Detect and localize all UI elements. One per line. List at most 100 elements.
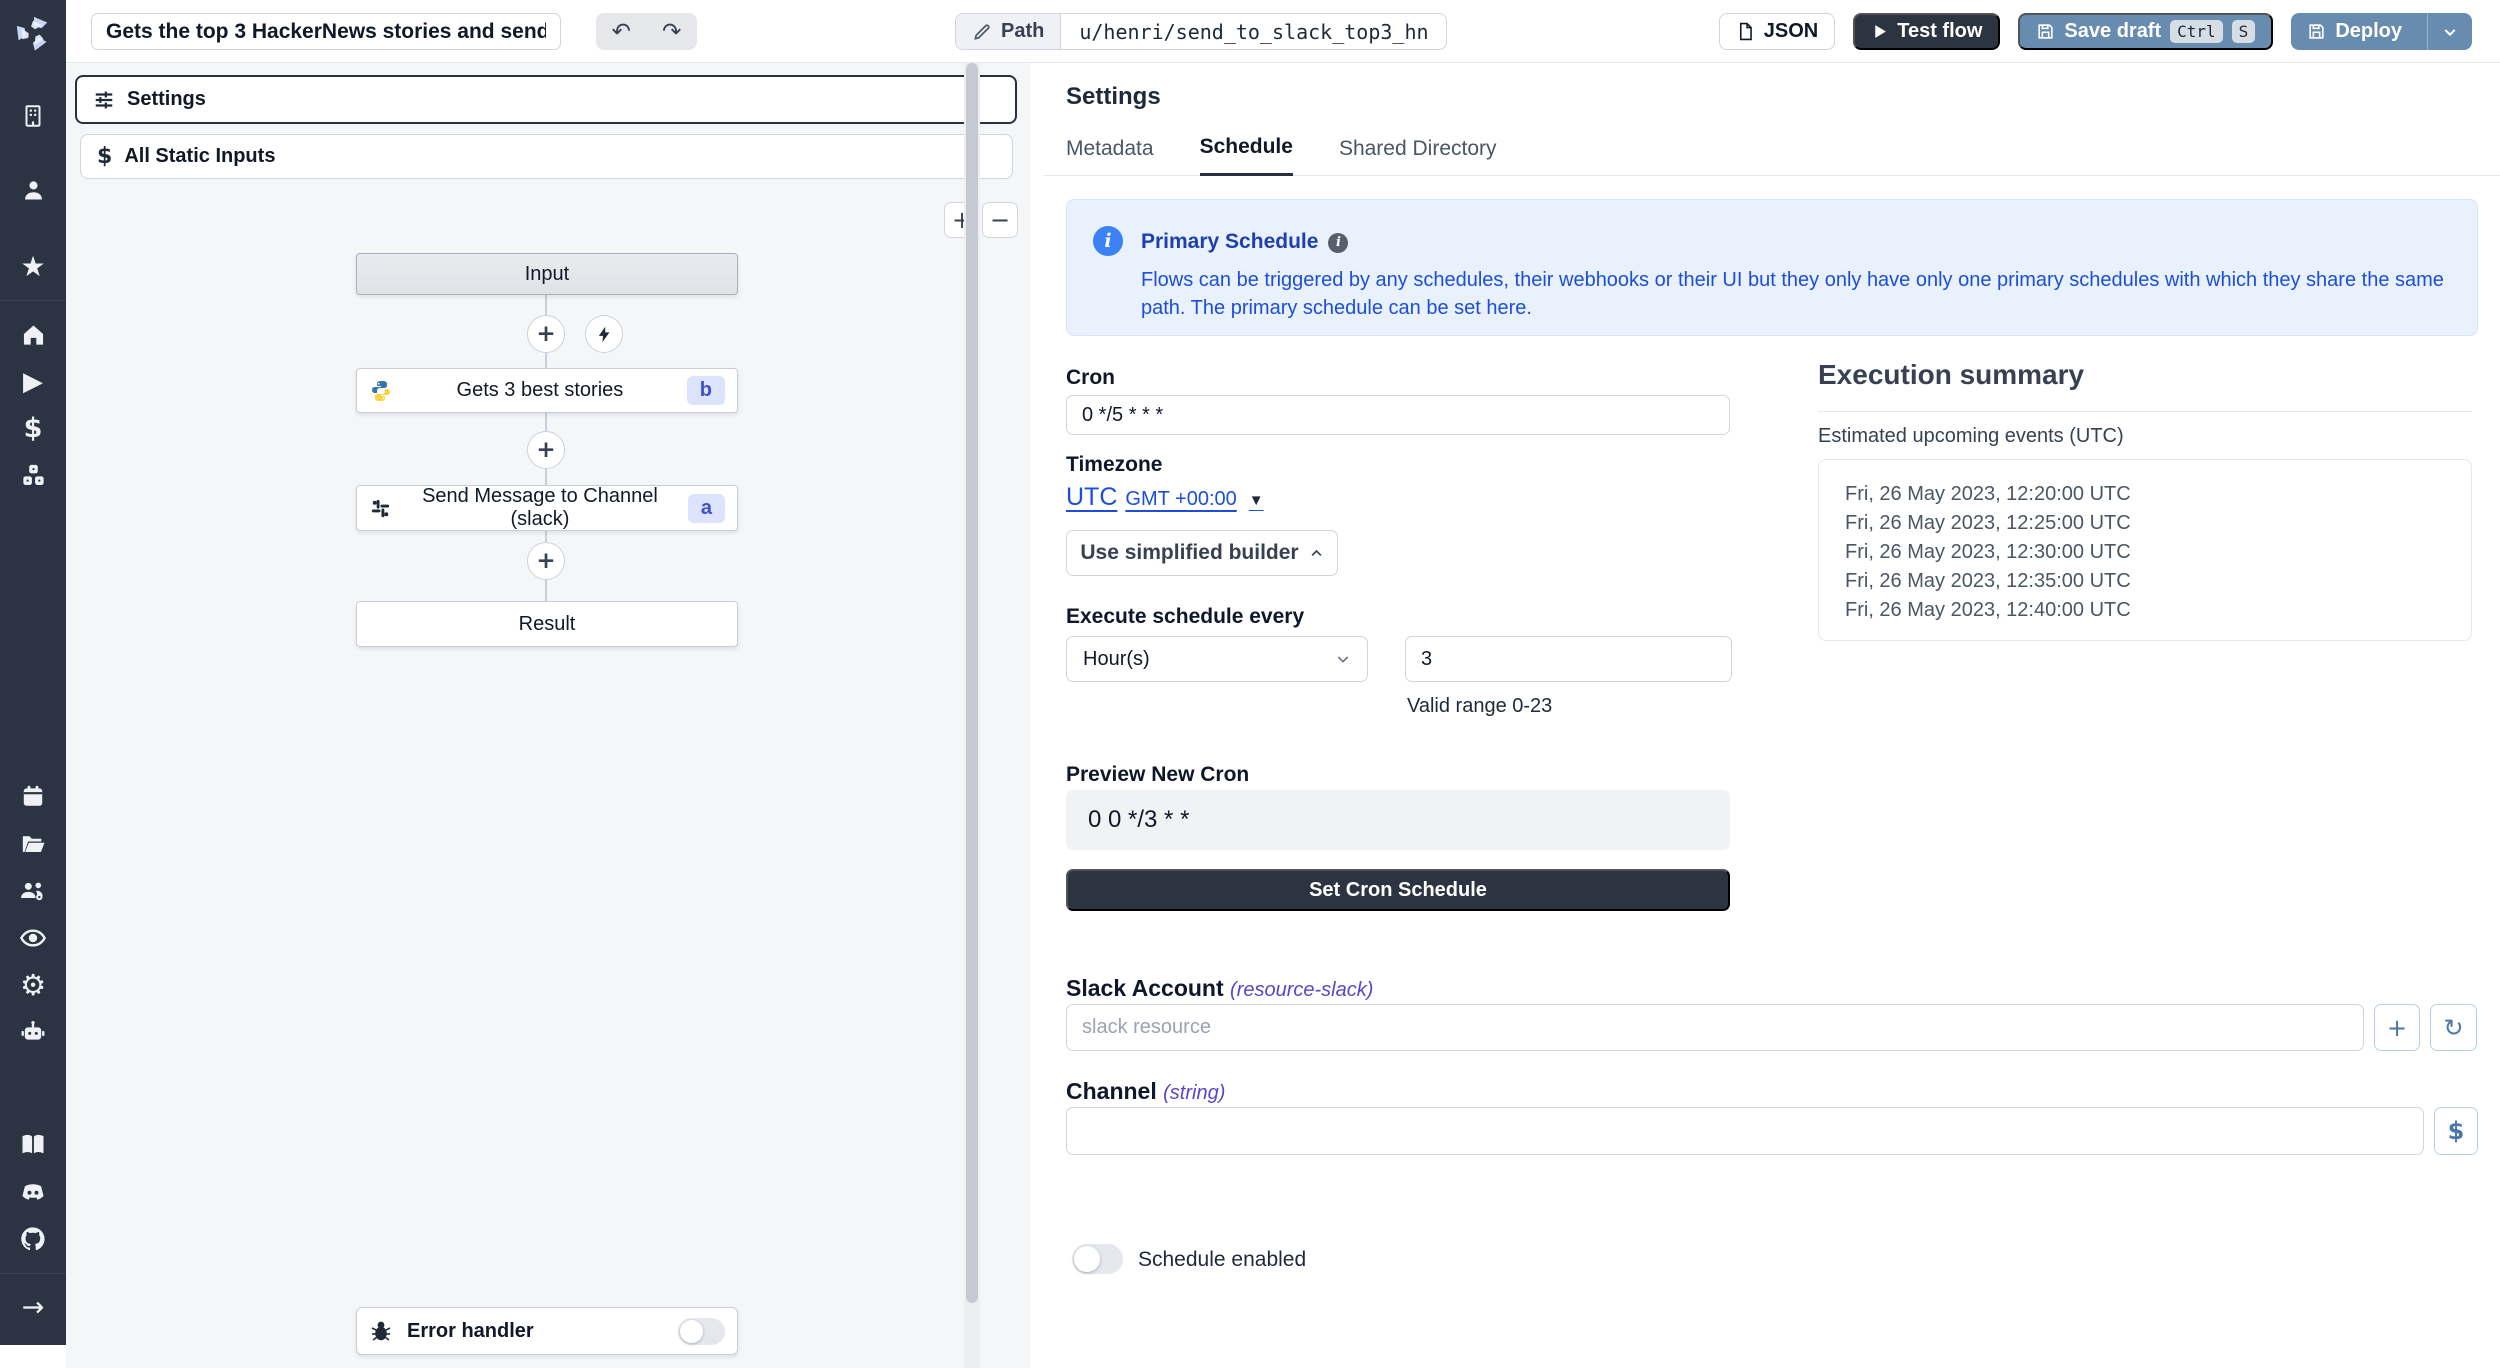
trigger-bolt-button[interactable] [585,315,623,353]
deploy-options-button[interactable] [2427,13,2472,50]
docs-book-icon[interactable] [0,1121,66,1168]
chevron-down-icon [1335,651,1351,667]
rail-divider [0,1273,66,1274]
path-label-text: Path [1001,20,1044,43]
python-icon [369,379,393,403]
resources-cubes-icon[interactable] [0,452,66,499]
flow-node-input[interactable]: Input [356,253,738,295]
channel-input[interactable] [1066,1107,2424,1155]
scrollbar-thumb[interactable] [966,63,978,1303]
zoom-out-button[interactable]: − [982,202,1018,238]
error-handler-box[interactable]: Error handler [356,1307,738,1355]
schedules-calendar-icon[interactable] [0,773,66,820]
panel-scrollbar[interactable] [964,63,980,1368]
event-timestamp: Fri, 26 May 2023, 12:25:00 UTC [1845,509,2471,538]
settings-panel: Settings Metadata Schedule Shared Direct… [1044,63,2500,1368]
add-step-button[interactable]: + [527,431,565,469]
settings-panel-title: Settings [1066,83,1161,111]
workspace-icon[interactable] [0,92,66,139]
groups-icon[interactable] [0,867,66,914]
event-timestamp: Fri, 26 May 2023, 12:30:00 UTC [1845,538,2471,567]
all-static-inputs-box[interactable]: $ All Static Inputs [80,134,1013,179]
primary-schedule-description: Flows can be triggered by any schedules,… [1141,266,2446,322]
divider [1818,411,2472,412]
audit-eye-icon[interactable] [0,914,66,961]
pencil-icon [972,22,992,42]
chevron-up-icon [1309,546,1324,561]
valid-range-helper: Valid range 0-23 [1407,695,1552,718]
deploy-button-group: Deploy [2291,13,2472,50]
chevron-down-icon: ▼ [1249,492,1264,509]
refresh-resources-button[interactable]: ↻ [2430,1004,2477,1051]
add-resource-button[interactable]: + [2374,1004,2420,1051]
test-flow-button[interactable]: Test flow [1853,13,2000,50]
execute-every-label: Execute schedule every [1066,605,1304,629]
settings-gear-icon[interactable]: ⚙ [0,961,66,1008]
flow-node-step-a[interactable]: Send Message to Channel (slack) a [356,485,738,531]
path-group[interactable]: Path u/henri/send_to_slack_top3_hn [955,13,1447,50]
redo-icon[interactable]: ↷ [650,15,694,48]
rail-divider [0,300,66,301]
collapse-arrow-icon[interactable]: → [0,1284,66,1331]
favorites-star-icon[interactable]: ★ [0,243,66,290]
slack-account-type-hint: (resource-slack) [1230,979,1373,1001]
save-icon [2036,22,2055,41]
channel-label: Channel (string) [1066,1078,1225,1105]
info-icon[interactable]: i [1328,233,1348,253]
preview-cron-value: 0 0 */3 * * [1066,790,1730,850]
undo-redo-group: ↶ ↷ [596,13,697,50]
workers-robot-icon[interactable] [0,1008,66,1055]
json-button[interactable]: JSON [1719,13,1835,50]
settings-tabs: Metadata Schedule Shared Directory [1044,131,2500,176]
tab-schedule[interactable]: Schedule [1200,135,1293,176]
user-icon[interactable] [0,167,66,214]
execution-summary-subtitle: Estimated upcoming events (UTC) [1818,425,2124,448]
timezone-selector[interactable]: UTC GMT +00:00 ▼ [1066,483,1264,512]
github-icon[interactable] [0,1216,66,1263]
simplified-builder-toggle[interactable]: Use simplified builder [1066,530,1338,576]
flow-settings-box[interactable]: Settings [75,75,1017,124]
home-icon[interactable] [0,311,66,358]
slack-icon [369,497,392,520]
step-id-badge: b [687,376,725,405]
deploy-button[interactable]: Deploy [2291,13,2418,50]
topbar: ↶ ↷ Path u/henri/send_to_slack_top3_hn [66,0,2500,63]
execution-summary-title: Execution summary [1818,359,2084,391]
event-timestamp: Fri, 26 May 2023, 12:35:00 UTC [1845,567,2471,596]
slack-resource-input[interactable] [1066,1004,2364,1051]
sliders-icon [93,89,115,111]
tab-metadata[interactable]: Metadata [1066,137,1154,175]
runs-play-icon[interactable]: ▶ [0,358,66,405]
undo-icon[interactable]: ↶ [599,15,643,48]
folders-icon[interactable] [0,820,66,867]
all-static-inputs-label: All Static Inputs [124,145,275,168]
flow-node-result[interactable]: Result [356,601,738,647]
insert-variable-button[interactable]: $ [2434,1107,2478,1155]
preview-cron-label: Preview New Cron [1066,763,1249,787]
slack-account-label: Slack Account (resource-slack) [1066,975,1373,1002]
set-cron-schedule-button[interactable]: Set Cron Schedule [1066,869,1730,911]
save-draft-button[interactable]: Save draft Ctrl S [2018,13,2273,50]
add-step-button[interactable]: + [527,542,565,580]
error-handler-toggle[interactable] [678,1318,725,1345]
flow-node-step-b[interactable]: Gets 3 best stories b [356,368,738,413]
add-step-button[interactable]: + [527,315,565,353]
bug-icon [369,1319,393,1343]
event-timestamp: Fri, 26 May 2023, 12:40:00 UTC [1845,596,2471,625]
windmill-logo-icon[interactable] [14,14,52,52]
upcoming-events-box: Fri, 26 May 2023, 12:20:00 UTC Fri, 26 M… [1818,459,2472,641]
interval-unit-select[interactable]: Hour(s) [1066,636,1368,682]
interval-value-input[interactable] [1405,636,1732,682]
flow-settings-box-label: Settings [127,88,206,111]
kbd-ctrl: Ctrl [2170,20,2223,43]
path-value[interactable]: u/henri/send_to_slack_top3_hn [1061,14,1446,49]
flow-summary-input[interactable] [91,13,561,50]
play-icon [1871,23,1888,40]
file-json-icon [1736,22,1755,41]
variables-dollar-icon[interactable]: $ [0,405,66,452]
save-icon [2307,22,2326,41]
schedule-enabled-toggle[interactable] [1072,1244,1123,1274]
cron-input[interactable] [1066,395,1730,435]
tab-shared-directory[interactable]: Shared Directory [1339,137,1497,175]
discord-icon[interactable] [0,1169,66,1216]
